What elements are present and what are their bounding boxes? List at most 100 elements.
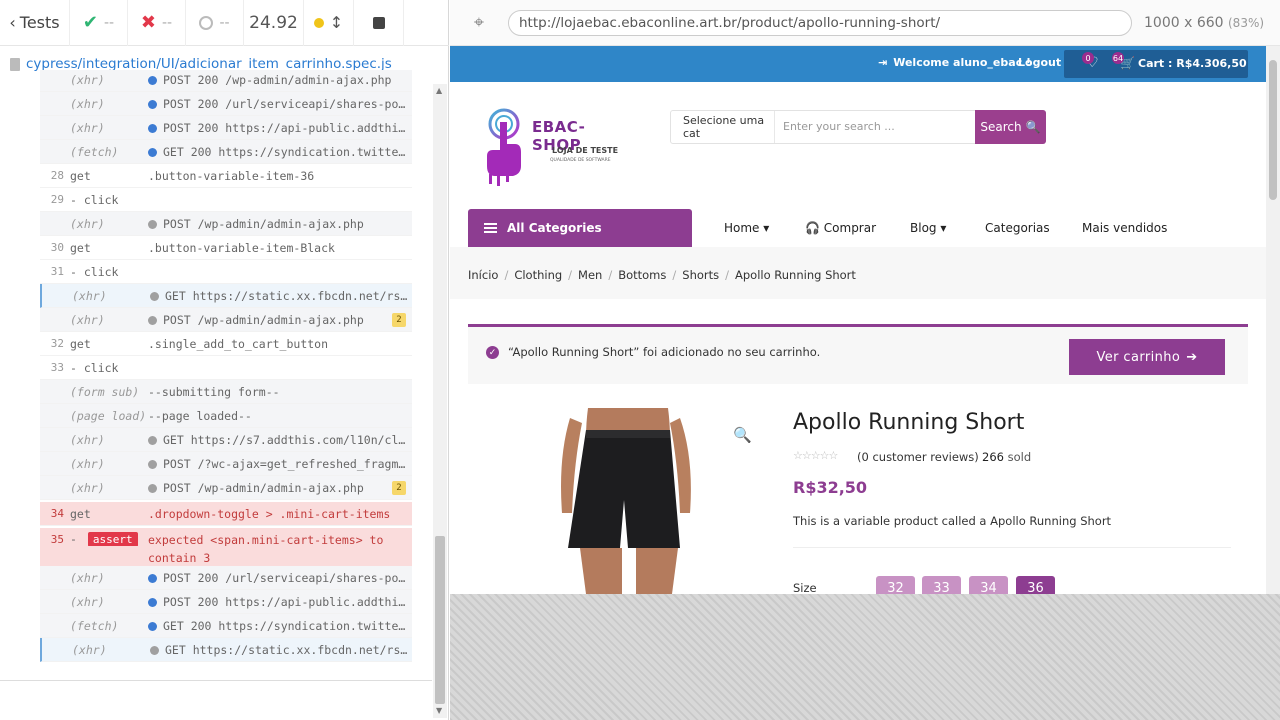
command-name: (xhr) — [70, 456, 105, 471]
breadcrumb-link[interactable]: Men — [578, 268, 602, 282]
nav-home[interactable]: Home ▾ — [724, 221, 769, 235]
viewport-size: 1000 x 660 — [1144, 14, 1224, 31]
command-row[interactable]: (xhr) POST 200 /wp-admin/admin-ajax.php — [40, 70, 412, 92]
size-label: Size — [793, 581, 817, 594]
command-row[interactable]: (xhr) POST /?wc-ajax=get_refreshed_fragm.… — [40, 452, 412, 476]
command-message-text: POST 200 https://api-public.addthis.com/… — [163, 594, 412, 609]
command-row[interactable]: (form sub) --submitting form-- — [40, 380, 412, 404]
status-dot-icon — [148, 123, 157, 133]
command-message: POST /wp-admin/admin-ajax.php — [148, 313, 392, 327]
arrow-right-icon: ➔ — [1186, 349, 1198, 365]
site-logo[interactable]: EBAC-SHOP LOJA DE TESTE QUALIDADE DE SOF… — [480, 104, 630, 194]
command-name: (xhr) — [70, 432, 105, 447]
size-option-36[interactable]: 36 — [1016, 576, 1055, 594]
command-row[interactable]: (xhr) POST 200 https://api-public.addthis… — [40, 590, 412, 614]
tests-button[interactable]: ‹ Tests — [0, 0, 70, 46]
command-name: get — [70, 336, 91, 351]
command-row[interactable]: (xhr) POST 200 /url/serviceapi/shares-pos… — [40, 566, 412, 590]
command-row[interactable]: (xhr) POST 200 https://api-public.addthis… — [40, 116, 412, 140]
zoom-icon[interactable]: 🔍 — [733, 426, 752, 444]
breadcrumb-link[interactable]: Bottoms — [618, 268, 666, 282]
command-row[interactable]: 32 get .single_add_to_cart_button — [40, 332, 412, 356]
aut-url-bar: ⌖ http://lojaebac.ebaconline.art.br/prod… — [450, 0, 1280, 46]
scroll-up-icon[interactable]: ▲ — [436, 86, 442, 95]
aut-scrollbar[interactable] — [1266, 46, 1280, 594]
site-topbar: ⇥ Welcome aluno_ebac ! Logout 🛒 64 Cart … — [450, 46, 1266, 82]
scroll-down-icon[interactable]: ▼ — [436, 706, 442, 715]
breadcrumb-link[interactable]: Shorts — [682, 268, 719, 282]
command-message: POST 200 https://api-public.addthis.com/… — [148, 121, 412, 135]
scroll-thumb[interactable] — [435, 536, 445, 704]
logo-tagline: QUALIDADE DE SOFTWARE — [550, 158, 611, 163]
command-row[interactable]: (page load) --page loaded-- — [40, 404, 412, 428]
welcome-link[interactable]: ⇥ Welcome aluno_ebac ! — [878, 56, 1031, 69]
logout-link[interactable]: Logout — [1018, 56, 1061, 69]
breadcrumb-link[interactable]: Início — [468, 268, 498, 282]
command-row[interactable]: (fetch) GET 200 https://syndication.twitt… — [40, 140, 412, 164]
command-row[interactable]: 31 - click — [40, 260, 412, 284]
command-row[interactable]: 29 - click — [40, 188, 412, 212]
command-message: expected <span.mini-cart-items> to — [148, 533, 412, 547]
command-row[interactable]: (fetch) GET 200 https://syndication.twitt… — [40, 614, 412, 638]
search-button[interactable]: Search 🔍 — [975, 110, 1046, 144]
selector-playground-icon[interactable]: ⌖ — [450, 12, 508, 33]
nav-blog[interactable]: Blog ▾ — [910, 221, 946, 235]
nav-comprar-label: Comprar — [823, 221, 877, 235]
breadcrumb-current: Apollo Running Short — [735, 268, 856, 282]
nav-comprar[interactable]: 🎧 Comprar — [805, 221, 876, 235]
file-icon — [10, 57, 20, 71]
status-dot-icon — [313, 17, 324, 28]
nav-mais-vendidos[interactable]: Mais vendidos — [1082, 221, 1167, 235]
url-display[interactable]: http://lojaebac.ebaconline.art.br/produc… — [508, 9, 1132, 36]
command-name: (xhr) — [70, 216, 105, 231]
command-message-text: POST /?wc-ajax=get_refreshed_fragm... — [163, 456, 412, 471]
auto-scroll-toggle[interactable]: ↕ — [304, 0, 354, 46]
command-row[interactable]: 33 - click — [40, 356, 412, 380]
command-message-text: POST /wp-admin/admin-ajax.php — [163, 216, 364, 231]
welcome-text: Welcome aluno_ebac ! — [893, 56, 1032, 69]
all-categories-button[interactable]: All Categories — [468, 209, 692, 247]
command-row[interactable]: 34 get .dropdown-toggle > .mini-cart-items — [40, 502, 412, 526]
viewport-info[interactable]: 1000 x 660 (83%) — [1144, 15, 1264, 31]
sold-number: 266 — [982, 450, 1004, 464]
command-row[interactable]: (xhr) POST /wp-admin/admin-ajax.php — [40, 212, 412, 236]
aut-backdrop — [450, 594, 1280, 720]
command-message: POST 200 /url/serviceapi/shares-post.jso… — [148, 571, 412, 585]
wishlist-button[interactable]: ♡ 0 — [1082, 52, 1099, 71]
command-message-text: POST /wp-admin/admin-ajax.php — [163, 480, 364, 495]
nav-categorias[interactable]: Categorias — [985, 221, 1050, 235]
search-input[interactable]: Enter your search ... — [783, 120, 895, 133]
command-row[interactable]: (xhr) POST /wp-admin/admin-ajax.php 2 — [40, 308, 412, 332]
search-category-select[interactable]: Selecione uma cat — [671, 111, 775, 143]
duration: 24.92 — [244, 0, 304, 46]
reviews-link[interactable]: (0 customer reviews) — [857, 450, 979, 464]
command-message: GET https://static.xx.fbcdn.net/rs... — [150, 643, 412, 657]
breadcrumb-separator: / — [568, 268, 573, 282]
count-badge: 2 — [392, 480, 406, 495]
command-row[interactable]: (xhr) GET https://static.xx.fbcdn.net/rs.… — [40, 284, 412, 308]
status-dot-icon — [150, 291, 159, 301]
size-option-32[interactable]: 32 — [876, 576, 915, 594]
scroll-thumb[interactable] — [1269, 60, 1277, 200]
command-number: 32 — [50, 337, 64, 350]
command-row[interactable]: (xhr) GET https://s7.addthis.com/l10n/cl.… — [40, 428, 412, 452]
command-number: 34 — [50, 507, 64, 520]
command-row[interactable]: 28 get .button-variable-item-36 — [40, 164, 412, 188]
command-row[interactable]: (xhr) GET https://static.xx.fbcdn.net/rs.… — [40, 638, 412, 662]
view-cart-button[interactable]: Ver carrinho ➔ — [1069, 339, 1225, 375]
viewport-zoom: (83%) — [1228, 15, 1265, 30]
product-image[interactable] — [540, 408, 710, 594]
stop-button[interactable] — [354, 0, 404, 46]
failed-stat: ✖ -- — [128, 0, 186, 46]
size-option-34[interactable]: 34 — [969, 576, 1008, 594]
search-button-label: Search — [980, 120, 1022, 134]
menu-icon — [484, 223, 497, 233]
reporter-scrollbar[interactable]: ▲ ▼ — [433, 84, 447, 718]
command-row[interactable]: (xhr) POST /wp-admin/admin-ajax.php 2 — [40, 476, 412, 500]
size-option-33[interactable]: 33 — [922, 576, 961, 594]
command-row[interactable]: (xhr) POST 200 /url/serviceapi/shares-pos… — [40, 92, 412, 116]
command-row[interactable]: 30 get .button-variable-item-Black — [40, 236, 412, 260]
breadcrumb-link[interactable]: Clothing — [514, 268, 562, 282]
status-dot-icon — [148, 459, 157, 469]
cart-count-badge: 64 — [1112, 52, 1124, 64]
